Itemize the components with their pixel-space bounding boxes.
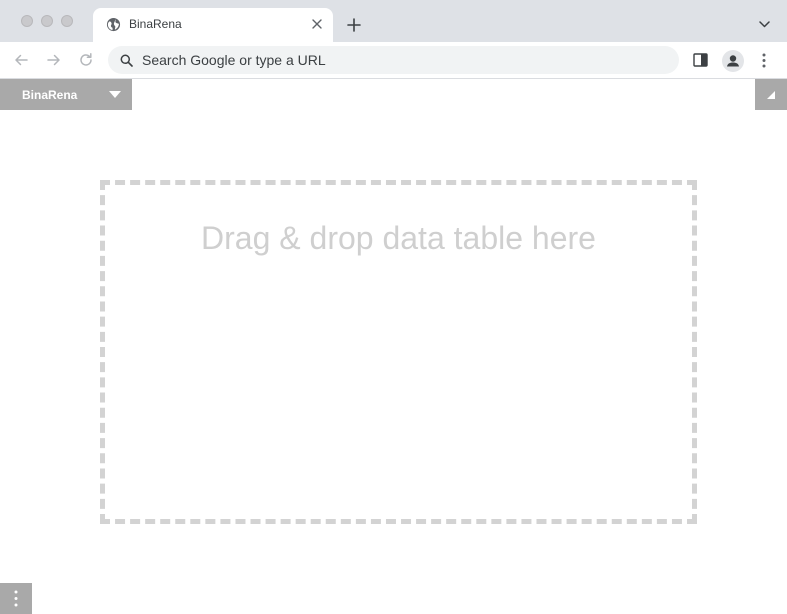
tab-title: BinaRena xyxy=(129,17,182,31)
more-menu-icon[interactable] xyxy=(762,53,766,68)
main-menu-label: BinaRena xyxy=(22,88,78,102)
search-icon xyxy=(120,54,133,67)
tab-strip: BinaRena xyxy=(0,0,787,42)
tab-search-icon[interactable] xyxy=(758,19,771,29)
browser-toolbar: Search Google or type a URL xyxy=(0,42,787,79)
profile-icon xyxy=(727,55,739,67)
main-menu-button[interactable]: BinaRena xyxy=(0,79,132,110)
forward-icon[interactable] xyxy=(46,52,62,68)
omnibox-placeholder: Search Google or type a URL xyxy=(142,52,326,68)
profile-button[interactable] xyxy=(722,50,744,72)
reload-icon[interactable] xyxy=(78,52,94,68)
drop-zone[interactable]: Drag & drop data table here xyxy=(100,180,697,524)
corner-button[interactable] xyxy=(755,79,787,110)
bottom-menu-button[interactable] xyxy=(0,583,32,614)
maximize-window-button[interactable] xyxy=(61,15,73,27)
close-window-button[interactable] xyxy=(21,15,33,27)
corner-triangle-icon xyxy=(767,91,775,99)
close-icon[interactable] xyxy=(311,18,323,30)
new-tab-icon[interactable] xyxy=(346,17,362,33)
minimize-window-button[interactable] xyxy=(41,15,53,27)
caret-down-icon xyxy=(109,91,121,98)
vertical-dots-icon xyxy=(14,590,18,607)
back-icon[interactable] xyxy=(13,52,29,68)
omnibox[interactable]: Search Google or type a URL xyxy=(108,46,679,74)
side-panel-icon[interactable] xyxy=(693,53,708,67)
browser-tab[interactable]: BinaRena xyxy=(93,8,333,42)
drop-zone-text: Drag & drop data table here xyxy=(201,220,596,256)
globe-icon xyxy=(106,17,121,32)
